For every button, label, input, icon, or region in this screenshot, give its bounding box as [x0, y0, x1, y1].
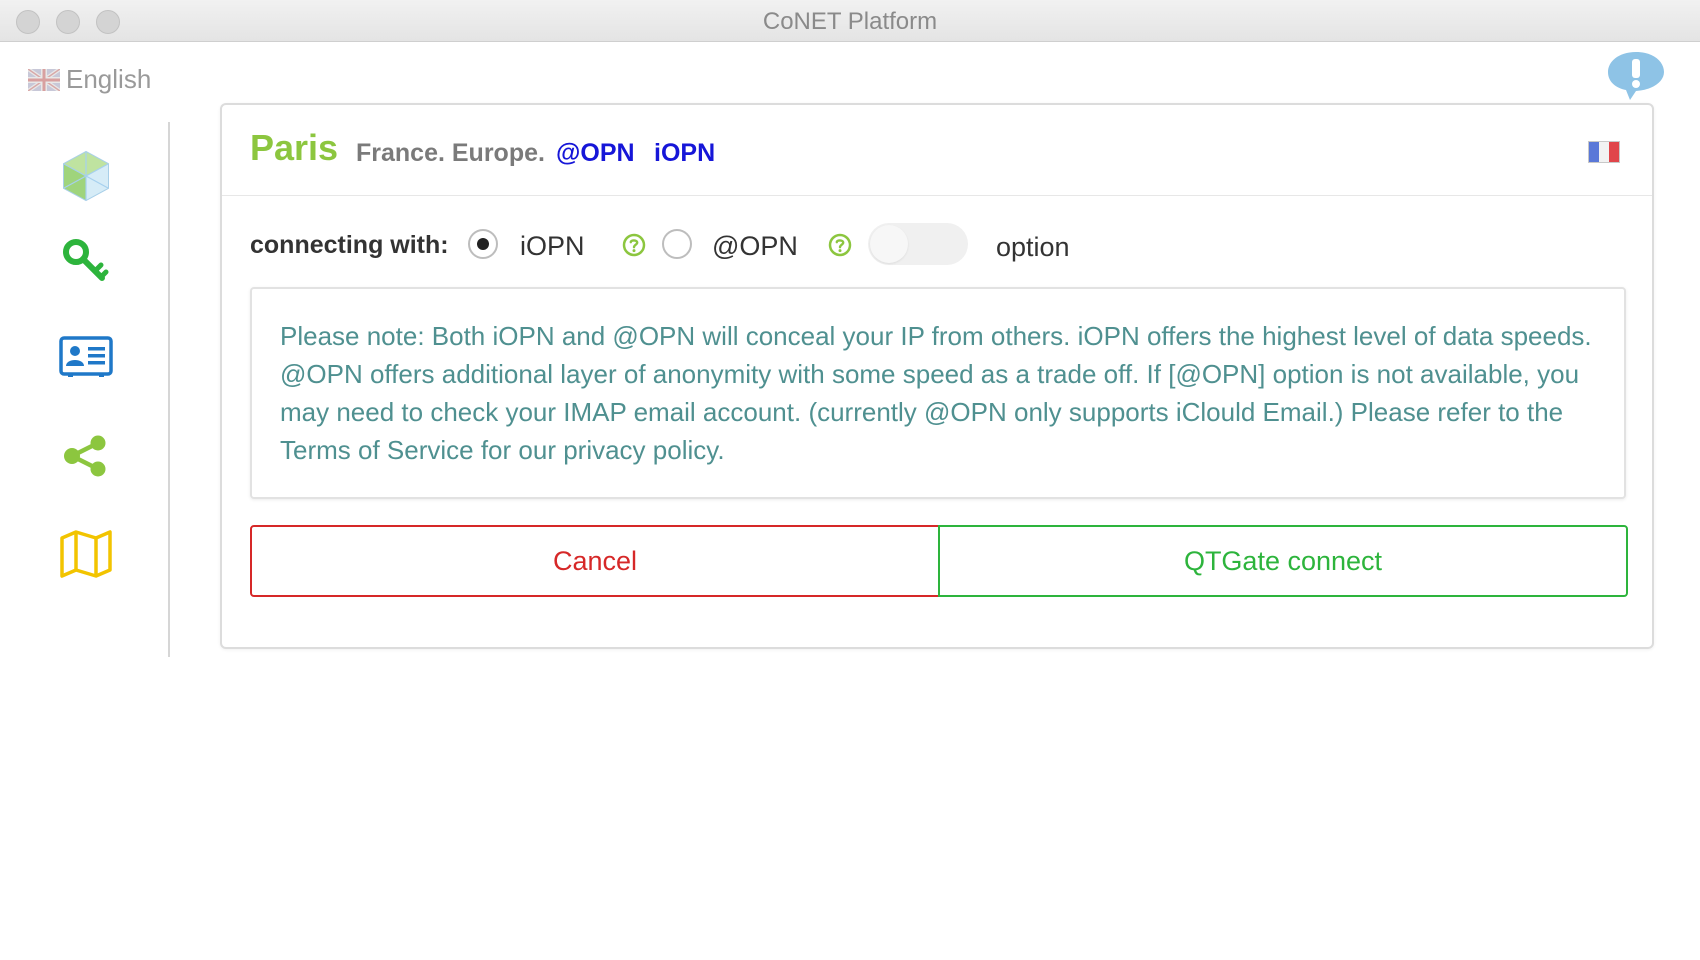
app-window: CoNET Platform English Paris France. Eur…	[0, 0, 1700, 960]
key-icon[interactable]	[58, 232, 114, 288]
feedback-icon[interactable]	[1606, 50, 1666, 102]
title-bar: CoNET Platform	[0, 0, 1700, 42]
language-selector[interactable]: English	[28, 64, 151, 95]
connection-card: Paris France. Europe. @OPN iOPN connecti…	[220, 103, 1654, 649]
help-icon[interactable]	[828, 233, 852, 257]
card-header: Paris France. Europe. @OPN iOPN	[222, 105, 1652, 196]
id-card-icon[interactable]	[58, 328, 114, 384]
language-label: English	[66, 64, 152, 94]
city-name: Paris	[250, 127, 339, 168]
note-text: Please note: Both iOPN and @OPN will con…	[280, 321, 1592, 465]
window-title: CoNET Platform	[762, 8, 938, 35]
uk-flag-icon	[28, 68, 60, 91]
sidebar	[28, 122, 170, 657]
toggle-knob	[870, 225, 908, 263]
connecting-with-row: connecting with: iOPN @OPN option	[250, 223, 1624, 271]
cancel-button[interactable]: Cancel	[250, 525, 940, 597]
tag-iopn[interactable]: iOPN	[654, 139, 715, 168]
tag-opn[interactable]: @OPN	[556, 139, 635, 168]
france-flag-icon	[1588, 141, 1620, 163]
option-toggle[interactable]	[868, 223, 968, 265]
map-icon[interactable]	[58, 526, 114, 582]
share-icon[interactable]	[58, 427, 114, 483]
qtgate-connect-button[interactable]: QTGate connect	[938, 525, 1628, 597]
radio-opn[interactable]	[662, 229, 692, 259]
option-toggle-label: option	[996, 232, 1070, 262]
radio-iopn[interactable]	[468, 229, 498, 259]
cube-icon[interactable]	[58, 148, 114, 204]
connecting-with-label: connecting with:	[250, 231, 449, 259]
note-box: Please note: Both iOPN and @OPN will con…	[250, 287, 1626, 499]
radio-opn-label[interactable]: @OPN	[712, 231, 798, 262]
radio-iopn-label[interactable]: iOPN	[520, 231, 585, 262]
help-icon[interactable]	[622, 233, 646, 257]
region-label: France. Europe.	[356, 139, 545, 167]
